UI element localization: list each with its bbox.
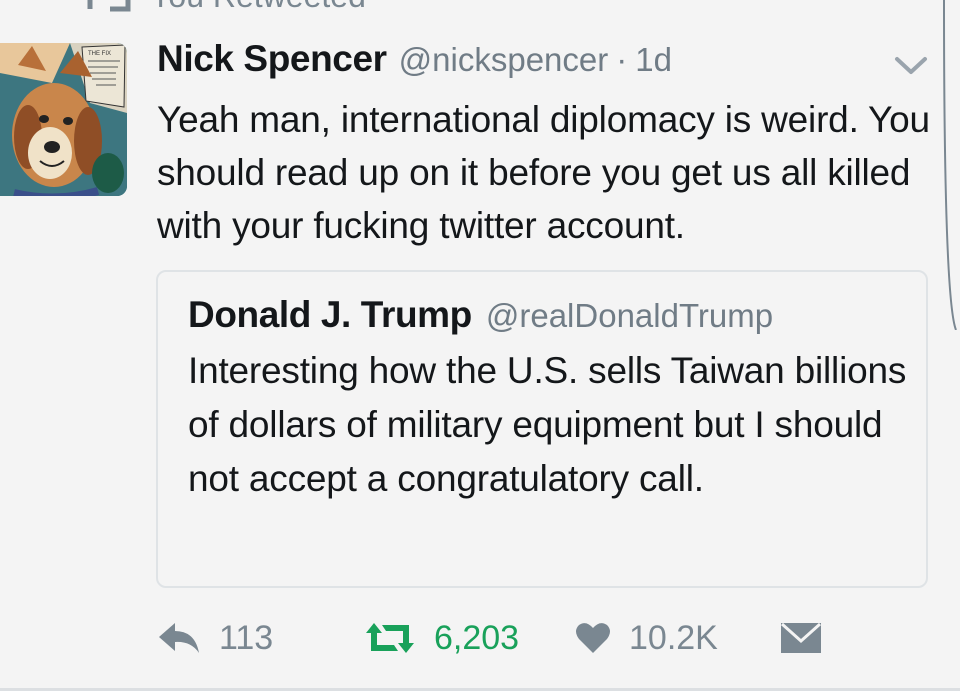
retweet-context: You Retweeted	[86, 0, 366, 15]
quoted-tweet-header: Donald J. Trump @realDonaldTrump	[188, 294, 773, 336]
direct-message-button[interactable]	[779, 612, 823, 664]
dog-comic-avatar: THE FIX	[0, 43, 127, 196]
reply-icon	[159, 623, 199, 653]
retweet-count: 6,203	[434, 618, 520, 657]
like-count: 10.2K	[629, 618, 718, 657]
like-button[interactable]: 10.2K	[575, 612, 718, 664]
chevron-down-icon[interactable]	[893, 54, 929, 78]
quoted-author-name: Donald J. Trump	[188, 294, 472, 335]
avatar[interactable]: THE FIX	[0, 43, 127, 196]
quoted-tweet-text: Interesting how the U.S. sells Taiwan bi…	[188, 350, 907, 499]
tweet-timestamp[interactable]: 1d	[635, 41, 672, 79]
separator-dot: ·	[616, 41, 628, 78]
quoted-author-handle: @realDonaldTrump	[485, 297, 774, 334]
retweet-icon	[87, 0, 131, 11]
retweet-icon	[366, 623, 414, 653]
envelope-icon	[780, 622, 822, 653]
tweet-header: Nick Spencer @nickspencer · 1d	[157, 38, 937, 84]
reply-count: 113	[219, 618, 274, 657]
heart-icon	[576, 623, 610, 653]
retweet-context-label: You Retweeted	[150, 0, 366, 15]
author-name[interactable]: Nick Spencer	[157, 38, 387, 80]
panel-edge-divider	[943, 0, 957, 330]
tweet-actions: 113 6,203 10.2K	[157, 612, 857, 664]
author-handle[interactable]: @nickspencer	[399, 41, 609, 79]
quoted-tweet-card[interactable]: Donald J. Trump @realDonaldTrump Interes…	[156, 270, 928, 588]
retweet-button[interactable]: 6,203	[364, 612, 519, 664]
svg-text:THE FIX: THE FIX	[88, 51, 111, 57]
reply-button[interactable]: 113	[157, 612, 273, 664]
tweet-text: Yeah man, international diplomacy is wei…	[157, 99, 930, 246]
